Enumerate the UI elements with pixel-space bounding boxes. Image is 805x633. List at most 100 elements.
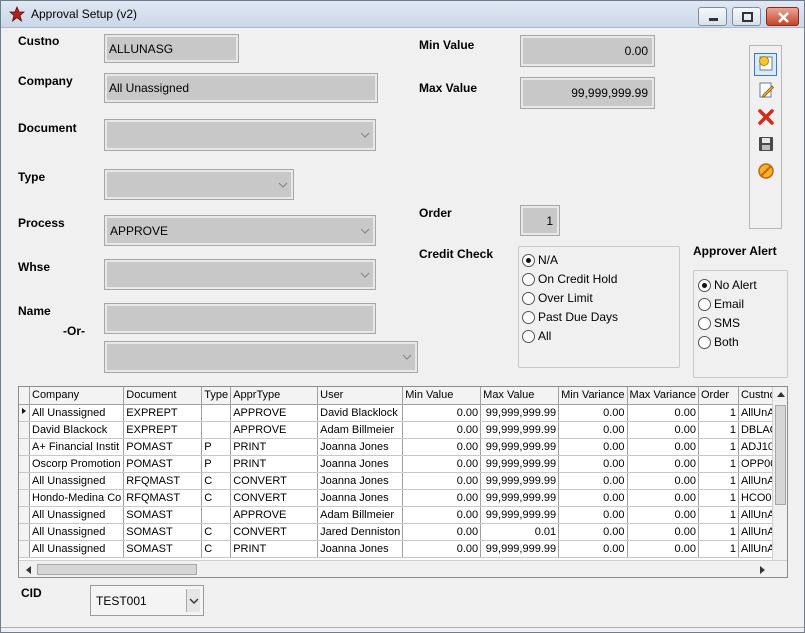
table-cell[interactable]: Joanna Jones — [317, 472, 404, 490]
table-cell[interactable]: 0.00 — [627, 455, 699, 473]
table-row[interactable]: All Unassigned SOMAST APPROVE Adam Billmeie… — [19, 506, 787, 524]
table-cell[interactable]: 0.00 — [402, 438, 482, 456]
cid-combo[interactable]: TEST001 — [90, 585, 204, 616]
table-cell[interactable]: POMAST — [123, 438, 203, 456]
chevron-down-icon[interactable] — [276, 173, 290, 196]
column-header-company[interactable]: Company — [29, 387, 125, 405]
chevron-down-icon[interactable] — [186, 589, 200, 612]
table-cell[interactable]: PRINT — [230, 540, 319, 558]
table-cell[interactable]: 0.00 — [558, 540, 628, 558]
grid-horizontal-scrollbar[interactable] — [19, 560, 787, 577]
approver-alert-radio-both[interactable]: Both — [698, 334, 739, 350]
table-cell[interactable]: P — [201, 438, 232, 456]
row-indicator[interactable] — [19, 506, 30, 524]
table-cell[interactable]: 1 — [698, 540, 739, 558]
approver-alert-radio-no-alert[interactable]: No Alert — [698, 277, 757, 293]
table-cell[interactable]: 1 — [698, 489, 739, 507]
company-field[interactable]: All Unassigned — [104, 73, 378, 103]
table-cell[interactable]: SOMAST — [123, 523, 203, 541]
table-cell[interactable]: 0.00 — [402, 506, 482, 524]
table-cell[interactable]: 99,999,999.99 — [480, 455, 560, 473]
order-field[interactable]: 1 — [520, 205, 560, 236]
table-cell[interactable]: 0.00 — [627, 489, 699, 507]
table-row[interactable]: David Blackock EXPREPT APPROVE Adam Billmei… — [19, 421, 787, 439]
column-header-max-variance[interactable]: Max Variance — [627, 387, 699, 405]
table-cell[interactable]: 0.00 — [402, 404, 482, 422]
table-cell[interactable]: APPROVE — [230, 421, 319, 439]
vertical-scroll-thumb[interactable] — [775, 405, 786, 505]
table-cell[interactable]: P — [201, 455, 232, 473]
table-cell[interactable]: All Unassigned — [29, 523, 125, 541]
save-button[interactable] — [754, 134, 777, 157]
name-or-combo[interactable] — [104, 341, 418, 373]
column-header-type[interactable]: Type — [201, 387, 232, 405]
table-cell[interactable]: 0.00 — [402, 421, 482, 439]
edit-button[interactable] — [754, 80, 777, 103]
table-cell[interactable]: PRINT — [230, 455, 319, 473]
table-cell[interactable]: 99,999,999.99 — [480, 421, 560, 439]
table-cell[interactable]: Joanna Jones — [317, 540, 404, 558]
table-cell[interactable]: Adam Billmeier — [317, 421, 404, 439]
table-cell[interactable]: 0.00 — [558, 421, 628, 439]
credit-check-radio-na[interactable]: N/A — [522, 252, 558, 268]
row-indicator[interactable] — [19, 472, 30, 490]
column-header-document[interactable]: Document — [123, 387, 203, 405]
table-cell[interactable] — [201, 506, 232, 524]
credit-check-radio-on-credit-hold[interactable]: On Credit Hold — [522, 271, 617, 287]
column-header-min-variance[interactable]: Min Variance — [558, 387, 628, 405]
table-cell[interactable]: All Unassigned — [29, 540, 125, 558]
table-cell[interactable]: 1 — [698, 472, 739, 490]
row-indicator[interactable] — [19, 540, 30, 558]
table-cell[interactable]: 1 — [698, 506, 739, 524]
column-header-apprtype[interactable]: ApprType — [230, 387, 319, 405]
table-cell[interactable]: Joanna Jones — [317, 455, 404, 473]
table-cell[interactable]: 1 — [698, 421, 739, 439]
table-cell[interactable]: All Unassigned — [29, 506, 125, 524]
name-field[interactable] — [104, 303, 376, 334]
table-row[interactable]: All Unassigned SOMAST C PRINT Joanna Jones 0.… — [19, 540, 787, 558]
row-indicator[interactable] — [19, 455, 30, 473]
table-cell[interactable]: Joanna Jones — [317, 489, 404, 507]
row-indicator[interactable] — [19, 489, 30, 507]
table-cell[interactable]: C — [201, 472, 232, 490]
table-cell[interactable]: 0.00 — [402, 523, 482, 541]
table-cell[interactable]: 99,999,999.99 — [480, 506, 560, 524]
type-combo[interactable] — [104, 169, 294, 200]
chevron-down-icon[interactable] — [358, 219, 372, 242]
table-cell[interactable]: 0.00 — [558, 506, 628, 524]
table-cell[interactable]: 99,999,999.99 — [480, 489, 560, 507]
table-cell[interactable]: Jared Denniston — [317, 523, 404, 541]
chevron-down-icon[interactable] — [358, 123, 372, 147]
table-row[interactable]: All Unassigned EXPREPT APPROVE David Blackl… — [19, 404, 787, 422]
table-row[interactable]: All Unassigned RFQMAST C CONVERT Joanna Jone… — [19, 472, 787, 490]
table-cell[interactable]: 0.00 — [558, 472, 628, 490]
table-cell[interactable]: 0.00 — [627, 438, 699, 456]
table-cell[interactable]: RFQMAST — [123, 489, 203, 507]
table-cell[interactable]: 0.00 — [402, 540, 482, 558]
table-cell[interactable]: 0.00 — [558, 404, 628, 422]
table-cell[interactable]: 1 — [698, 523, 739, 541]
table-cell[interactable]: A+ Financial Instit — [29, 438, 125, 456]
table-cell[interactable]: C — [201, 523, 232, 541]
table-cell[interactable]: 0.00 — [627, 404, 699, 422]
minimize-button[interactable] — [698, 7, 727, 26]
table-cell[interactable]: APPROVE — [230, 404, 319, 422]
table-cell[interactable]: Hondo-Medina Co — [29, 489, 125, 507]
table-cell[interactable]: SOMAST — [123, 540, 203, 558]
table-cell[interactable]: 1 — [698, 455, 739, 473]
table-cell[interactable] — [201, 421, 232, 439]
delete-button[interactable] — [754, 107, 777, 130]
chevron-down-icon[interactable] — [358, 263, 372, 286]
table-cell[interactable]: All Unassigned — [29, 404, 125, 422]
table-cell[interactable]: David Blackock — [29, 421, 125, 439]
max-value-field[interactable]: 99,999,999.99 — [520, 77, 655, 109]
approver-alert-radio-email[interactable]: Email — [698, 296, 744, 312]
table-cell[interactable]: CONVERT — [230, 523, 319, 541]
min-value-field[interactable]: 0.00 — [520, 35, 655, 67]
scroll-up-icon[interactable] — [773, 387, 787, 402]
table-cell[interactable]: EXPREPT — [123, 421, 203, 439]
table-cell[interactable] — [201, 404, 232, 422]
table-cell[interactable]: 0.00 — [402, 472, 482, 490]
table-cell[interactable]: SOMAST — [123, 506, 203, 524]
table-cell[interactable]: 0.01 — [480, 523, 560, 541]
